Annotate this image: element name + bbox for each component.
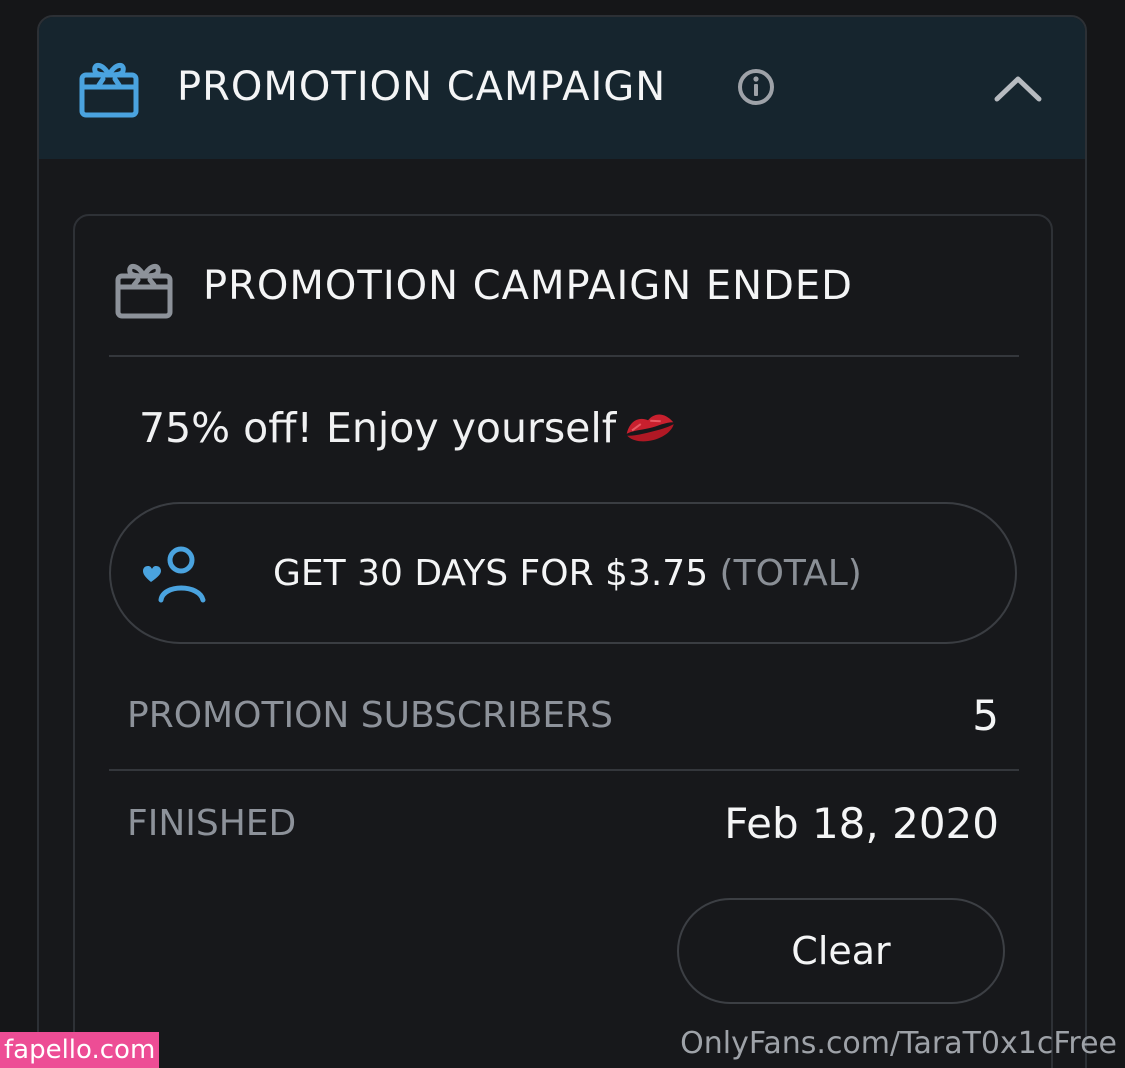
clear-button[interactable]: Clear [677,898,1005,1004]
finished-label: FINISHED [127,803,297,844]
subscribe-offer-button[interactable]: GET 30 DAYS FOR $3.75 (TOTAL) [109,502,1017,644]
gift-icon [79,63,139,118]
user-heart-icon [143,546,206,603]
offer-total-suffix: (TOTAL) [719,553,862,594]
watermark-left: fapello.com [0,1032,160,1068]
kiss-mark-icon [626,414,675,442]
campaign-card-header: PROMOTION CAMPAIGN ENDED [75,216,1051,356]
promotion-message: 75% off! Enjoy yourself [139,402,678,454]
divider [109,769,1019,771]
panel-header[interactable]: PROMOTION CAMPAIGN [39,17,1085,159]
promotion-message-text: 75% off! Enjoy yourself [139,404,617,452]
offer-text: GET 30 DAYS FOR $3.75 (TOTAL) [273,548,862,600]
watermark-right: OnlyFans.com/TaraT0x1cFree [680,1026,1117,1061]
subscribers-value: 5 [972,691,999,740]
panel-title: PROMOTION CAMPAIGN [177,64,667,110]
campaign-status-title: PROMOTION CAMPAIGN ENDED [203,263,853,309]
info-icon[interactable] [736,67,776,107]
chevron-up-icon[interactable] [993,71,1043,105]
gift-icon [115,264,173,319]
subscribers-label: PROMOTION SUBSCRIBERS [127,695,613,736]
promotion-campaign-panel: PROMOTION CAMPAIGN PROMOTION CAMPAIGN EN… [37,15,1087,1068]
divider [109,355,1019,357]
campaign-card: PROMOTION CAMPAIGN ENDED 75% off! Enjoy … [73,214,1053,1068]
finished-date-value: Feb 18, 2020 [724,799,999,848]
offer-label: GET 30 DAYS FOR $3.75 [273,553,709,594]
page: PROMOTION CAMPAIGN PROMOTION CAMPAIGN EN… [0,0,1125,1068]
